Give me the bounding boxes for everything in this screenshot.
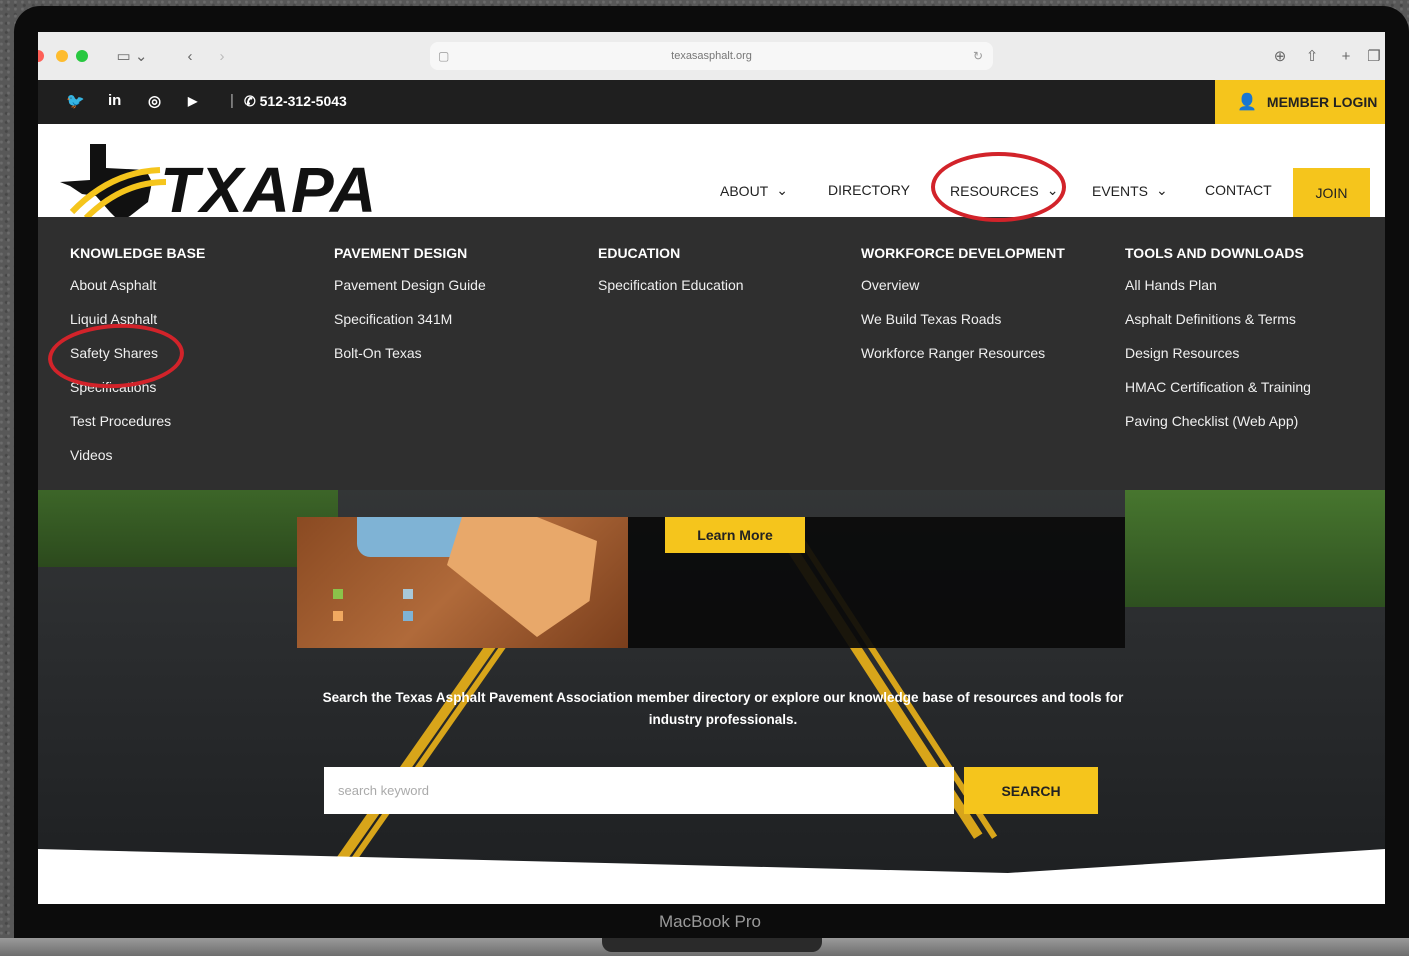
address-bar[interactable]: ▢ texasasphalt.org ↻ — [430, 42, 993, 70]
chevron-down-icon: ⌄ — [1156, 182, 1168, 198]
menu-link-specification-341m[interactable]: Specification 341M — [334, 311, 486, 345]
nav-directory-label: DIRECTORY — [828, 182, 910, 198]
search-button-label: SEARCH — [1001, 782, 1061, 799]
roadside-grass-right — [1125, 477, 1385, 607]
promo-banner: Learn More — [297, 517, 1125, 648]
menu-column-tools-and-downloads: TOOLS AND DOWNLOADS All Hands Plan Aspha… — [1125, 245, 1311, 447]
utility-bar: 🐦 in ◎ ▶ | ✆ 512-312-5043 👤 MEMBER LOGIN — [38, 80, 1385, 124]
back-icon[interactable]: ‹ — [178, 44, 202, 68]
menu-link-hmac-certification[interactable]: HMAC Certification & Training — [1125, 379, 1311, 413]
learn-more-button[interactable]: Learn More — [665, 517, 805, 553]
nav-events[interactable]: EVENTS ⌄ — [1092, 182, 1168, 199]
download-icon[interactable]: ⊕ — [1268, 44, 1292, 68]
join-button[interactable]: JOIN — [1293, 168, 1370, 217]
tab-overview-icon[interactable]: ❐ — [1364, 44, 1384, 68]
map-texas-region — [447, 517, 597, 637]
laptop-notch — [602, 938, 822, 952]
nav-about[interactable]: ABOUT ⌄ — [720, 182, 788, 199]
menu-column-pavement-design: PAVEMENT DESIGN Pavement Design Guide Sp… — [334, 245, 486, 379]
menu-link-videos[interactable]: Videos — [70, 447, 205, 481]
site-header: TXAPA ABOUT ⌄ DIRECTORY RESOURCES ⌄ EVEN… — [38, 124, 1385, 222]
menu-column-heading: KNOWLEDGE BASE — [70, 245, 206, 261]
resources-mega-menu: KNOWLEDGE BASE About Asphalt Liquid Asph… — [38, 217, 1385, 490]
menu-link-workforce-ranger-resources[interactable]: Workforce Ranger Resources — [861, 345, 1065, 379]
new-tab-icon[interactable]: + — [1334, 44, 1358, 68]
site-logo-text[interactable]: TXAPA — [160, 158, 377, 222]
browser-window: ▭ ⌄ ‹ › ▢ texasasphalt.org ↻ ⊕ ⇧ + ❐ 🐦 i… — [38, 32, 1385, 904]
road-stripe — [329, 627, 518, 893]
texas-road-logo-icon[interactable] — [60, 142, 170, 222]
roadside-grass-left — [38, 477, 338, 567]
twitter-icon[interactable]: 🐦 — [66, 92, 85, 110]
nav-directory[interactable]: DIRECTORY — [828, 182, 910, 198]
menu-column-workforce-development: WORKFORCE DEVELOPMENT Overview We Build … — [861, 245, 1065, 379]
menu-column-education: EDUCATION Specification Education — [598, 245, 744, 311]
nav-contact-label: CONTACT — [1205, 182, 1272, 198]
learn-more-label: Learn More — [697, 527, 773, 543]
menu-link-design-resources[interactable]: Design Resources — [1125, 345, 1311, 379]
legend-swatch — [333, 589, 343, 599]
chevron-down-icon: ⌄ — [776, 182, 788, 198]
sidebar-toggle-icon[interactable]: ▭ ⌄ — [110, 44, 154, 68]
address-bar-url: texasasphalt.org — [671, 50, 752, 62]
maximize-window-button[interactable] — [76, 50, 88, 62]
nav-about-label: ABOUT — [720, 182, 769, 199]
legend-swatch — [333, 611, 343, 621]
nav-events-label: EVENTS — [1092, 182, 1149, 199]
minimize-window-button[interactable] — [56, 50, 68, 62]
join-label: JOIN — [1315, 184, 1348, 201]
menu-link-paving-checklist[interactable]: Paving Checklist (Web App) — [1125, 413, 1311, 447]
menu-link-we-build-texas-roads[interactable]: We Build Texas Roads — [861, 311, 1065, 345]
youtube-icon[interactable]: ▶ — [188, 94, 197, 108]
device-label: MacBook Pro — [658, 912, 762, 931]
menu-link-pavement-design-guide[interactable]: Pavement Design Guide — [334, 277, 486, 311]
menu-link-overview[interactable]: Overview — [861, 277, 1065, 311]
menu-column-heading: WORKFORCE DEVELOPMENT — [861, 245, 1065, 261]
share-icon[interactable]: ⇧ — [1300, 44, 1324, 68]
separator: | — [230, 92, 234, 109]
menu-link-specification-education[interactable]: Specification Education — [598, 277, 744, 311]
member-login-button[interactable]: 👤 MEMBER LOGIN — [1215, 80, 1385, 124]
hero-description: Search the Texas Asphalt Pavement Associ… — [322, 690, 1124, 727]
search-input[interactable] — [324, 767, 954, 814]
legend-swatch — [403, 589, 413, 599]
menu-link-bolt-on-texas[interactable]: Bolt-On Texas — [334, 345, 486, 379]
hero-bottom-curve — [38, 849, 1385, 904]
user-icon: 👤 — [1237, 94, 1257, 111]
menu-column-heading: TOOLS AND DOWNLOADS — [1125, 245, 1304, 261]
menu-link-asphalt-definitions[interactable]: Asphalt Definitions & Terms — [1125, 311, 1311, 345]
texas-map-image — [297, 517, 628, 648]
legend-swatch — [403, 611, 413, 621]
menu-column-heading: PAVEMENT DESIGN — [334, 245, 468, 261]
browser-toolbar: ▭ ⌄ ‹ › ▢ texasasphalt.org ↻ ⊕ ⇧ + ❐ — [38, 32, 1385, 81]
forward-icon[interactable]: › — [210, 44, 234, 68]
phone-icon: ✆ — [244, 93, 260, 109]
resources-highlight-ring — [931, 152, 1066, 222]
instagram-icon[interactable]: ◎ — [148, 92, 161, 110]
road-stripe — [314, 627, 507, 895]
menu-link-about-asphalt[interactable]: About Asphalt — [70, 277, 205, 311]
search-button[interactable]: SEARCH — [964, 767, 1098, 814]
member-login-label: MEMBER LOGIN — [1266, 94, 1378, 110]
phone-number: 512-312-5043 — [259, 93, 347, 109]
linkedin-icon[interactable]: in — [108, 92, 121, 109]
menu-link-test-procedures[interactable]: Test Procedures — [70, 413, 205, 447]
close-window-button[interactable] — [38, 50, 44, 62]
reload-icon[interactable]: ↻ — [973, 49, 983, 63]
menu-column-heading: EDUCATION — [598, 245, 681, 261]
site-settings-icon[interactable]: ▢ — [438, 49, 449, 63]
nav-contact[interactable]: CONTACT — [1205, 182, 1272, 198]
phone-link[interactable]: ✆ 512-312-5043 — [244, 93, 347, 110]
menu-link-all-hands-plan[interactable]: All Hands Plan — [1125, 277, 1311, 311]
